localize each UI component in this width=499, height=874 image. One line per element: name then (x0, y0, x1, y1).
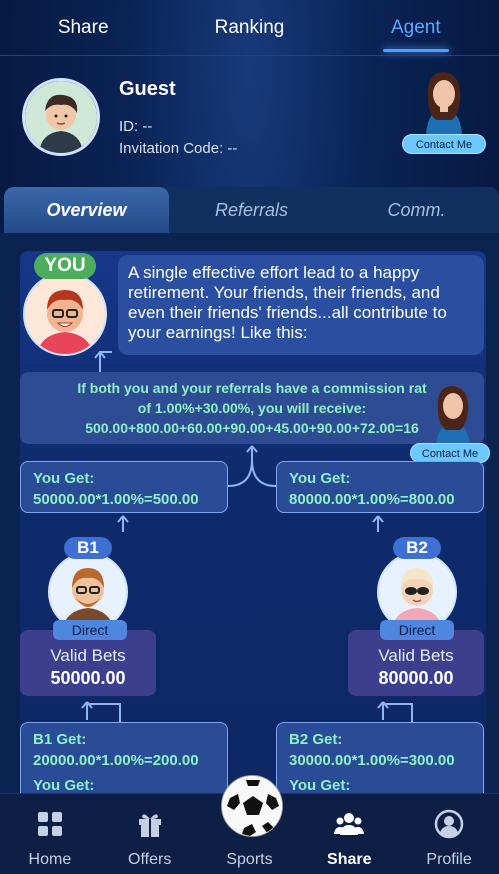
profile-icon (434, 809, 464, 839)
valid-bets-label: Valid Bets (378, 646, 454, 665)
you-get-formula: 50000.00*1.00%=500.00 (33, 491, 199, 508)
nav-offers[interactable]: Offers (100, 794, 200, 874)
nav-offers-label: Offers (128, 851, 172, 868)
you-get-label: You Get: (289, 470, 351, 487)
soccer-ball-icon[interactable] (221, 775, 283, 837)
b1-direct-label: Direct (53, 620, 127, 640)
commission-line-1: If both you and your referrals have a co… (77, 380, 427, 396)
nav-profile-label: Profile (426, 851, 472, 868)
commission-line-3: 500.00+800.00+60.00+90.00+45.00+90.00+72… (85, 420, 419, 436)
b1-badge: B1 (64, 537, 112, 559)
b2-get-formula: 30000.00*1.00%=300.00 (289, 752, 455, 769)
contact-agent-card-small[interactable] (420, 380, 486, 446)
nav-profile[interactable]: Profile (399, 794, 499, 874)
b1-get-formula: 20000.00*1.00%=200.00 (33, 752, 199, 769)
nav-home[interactable]: Home (0, 794, 100, 874)
b2-badge: B2 (393, 537, 441, 559)
contact-me-button-small[interactable]: Contact Me (410, 443, 490, 463)
you-avatar (23, 272, 107, 356)
commission-line-2: of 1.00%+30.00%, you will receive: (137, 400, 367, 416)
valid-bets-label: Valid Bets (50, 646, 126, 665)
b2-direct-label: Direct (380, 620, 454, 640)
gift-icon (138, 814, 161, 837)
nav-sports-label: Sports (226, 851, 273, 868)
you-get-box-b1: You Get: 50000.00*1.00%=500.00 (20, 461, 228, 513)
agent-portrait-icon (436, 386, 470, 446)
intro-speech-bubble: A single effective effort lead to a happ… (118, 255, 484, 355)
you-badge: YOU (34, 253, 96, 279)
b1-get-label: B1 Get: (33, 731, 87, 748)
you-get-box-b2: You Get: 80000.00*1.00%=800.00 (276, 461, 484, 513)
home-grid-icon (37, 812, 62, 836)
valid-bets-value: 50000.00 (50, 668, 126, 688)
nav-share[interactable]: Share (299, 794, 399, 874)
you-get-formula: 80000.00*1.00%=800.00 (289, 491, 455, 508)
you-get-label: You Get: (33, 470, 95, 487)
valid-bets-value: 80000.00 (378, 668, 454, 688)
people-icon (334, 813, 365, 835)
nav-share-label: Share (327, 851, 372, 868)
commission-info-box: If both you and your referrals have a co… (20, 372, 484, 444)
nav-home-label: Home (28, 851, 72, 868)
b2-get-label: B2 Get: (289, 731, 343, 748)
